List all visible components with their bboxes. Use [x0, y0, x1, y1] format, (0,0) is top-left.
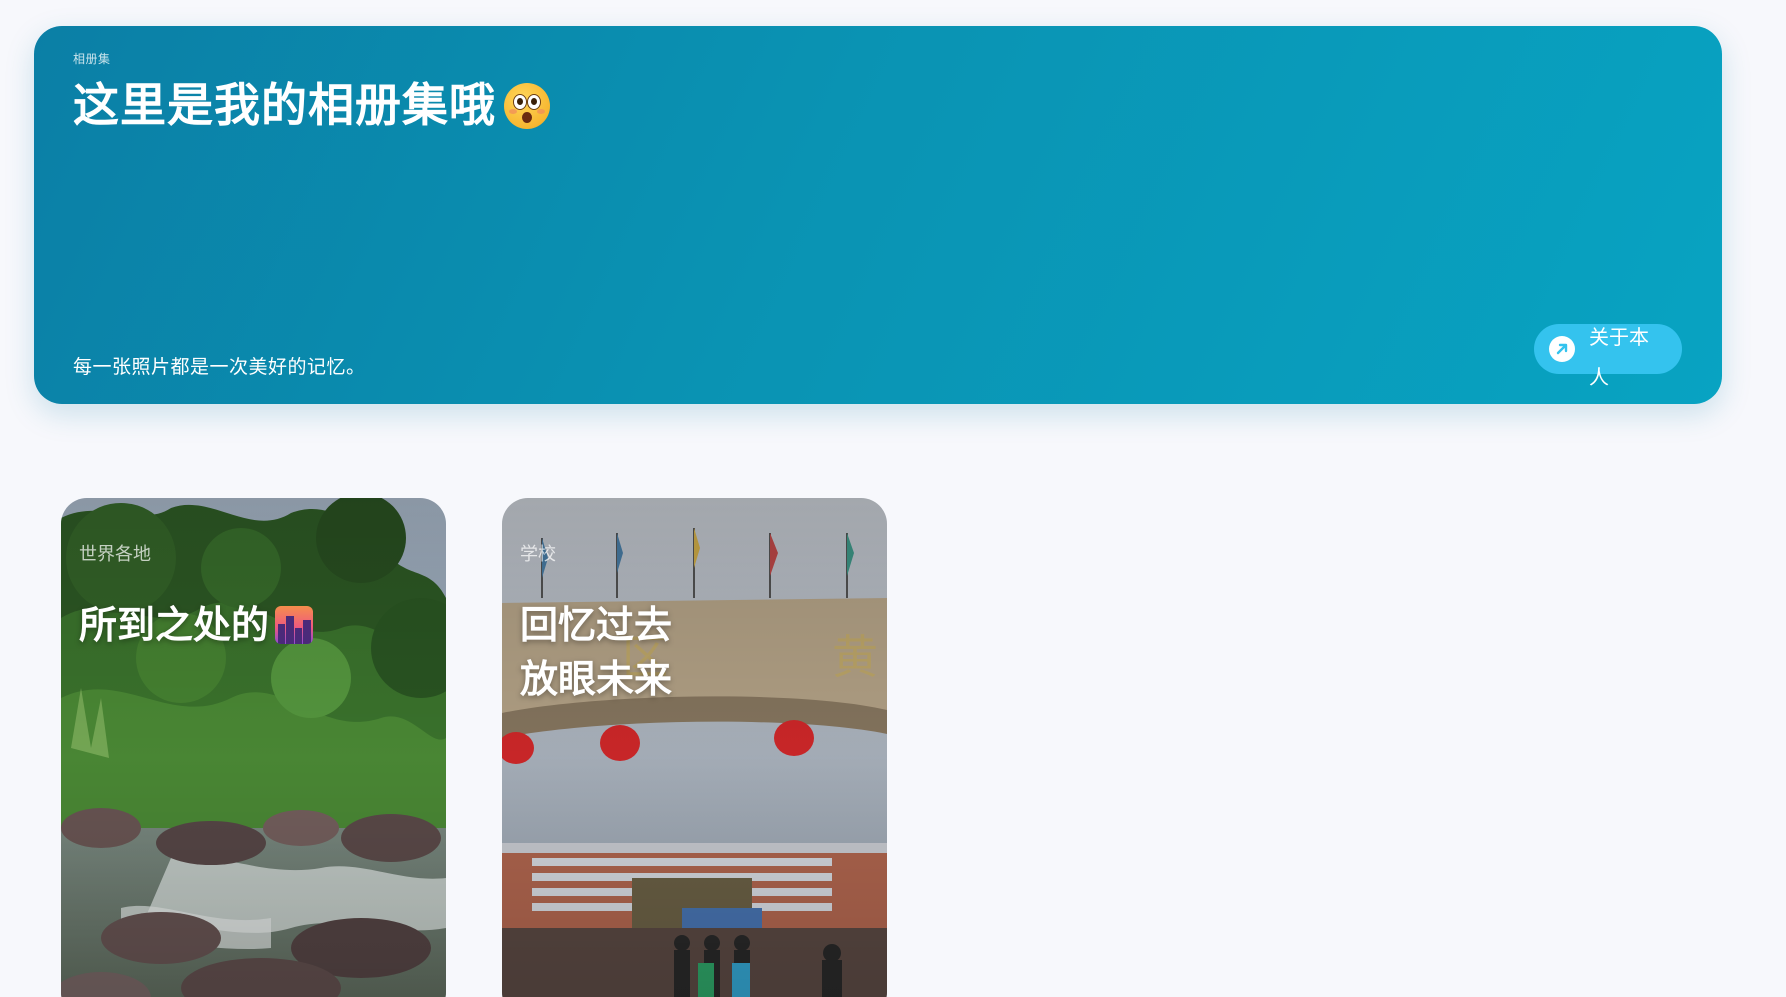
about-me-label: 关于本人	[1589, 325, 1649, 389]
album-title: 所到之处的	[79, 598, 314, 652]
album-title-text: 所到之处的	[79, 603, 270, 647]
page-title: 这里是我的相册集哦	[73, 78, 550, 133]
page: 相册集 这里是我的相册集哦 每一张照片都是一次美好的记忆。 关于本人 世界各地 …	[0, 0, 1786, 997]
album-card-world[interactable]: 世界各地 所到之处的	[61, 498, 446, 997]
album-card-school[interactable]: 区 黄	[502, 498, 887, 997]
album-title: 回忆过去 放眼未来	[520, 598, 720, 706]
astonished-face-icon	[504, 82, 550, 129]
arrow-up-right-icon	[1549, 336, 1575, 362]
about-me-button[interactable]: 关于本人	[1534, 324, 1682, 389]
album-title-line: 放眼未来	[520, 657, 673, 701]
cityscape-at-dusk-icon	[275, 606, 314, 644]
hero-banner: 相册集 这里是我的相册集哦 每一张照片都是一次美好的记忆。 关于本人	[34, 26, 1722, 404]
hero-kicker: 相册集	[73, 52, 111, 66]
album-category: 学校	[520, 544, 556, 565]
hero-subtitle: 每一张照片都是一次美好的记忆。	[73, 356, 366, 378]
album-category: 世界各地	[79, 544, 151, 565]
album-title-line: 回忆过去	[520, 603, 673, 647]
page-title-text: 这里是我的相册集哦	[73, 78, 496, 132]
